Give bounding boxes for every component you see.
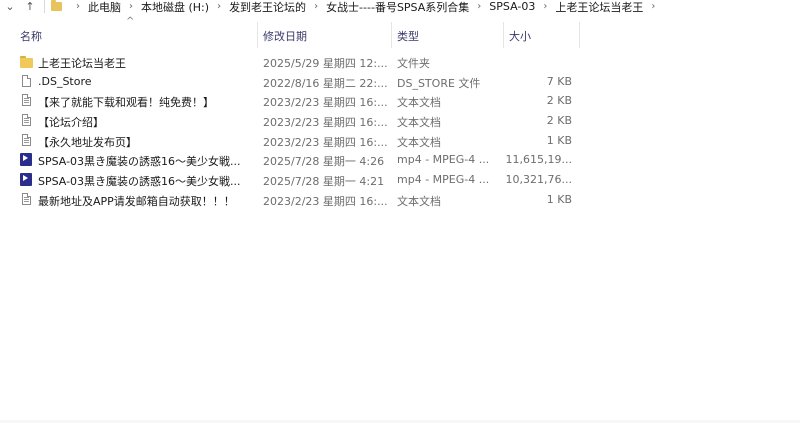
file-type: 文本文档 [397,135,441,149]
text-file-icon [22,192,31,205]
text-file-icon [22,133,31,146]
file-name[interactable]: .DS_Store [38,75,253,88]
file-type: 文本文档 [397,116,441,130]
folder-icon [20,55,33,68]
file-size: 2 KB [546,94,572,108]
text-file-icon [22,94,31,107]
file-row[interactable]: .DS_Store 2022/8/16 星期二 22:... DS_STORE … [0,72,580,92]
file-row[interactable]: 【来了就能下载和观看！纯免费！】 2023/2/23 星期四 16:... 文本… [0,91,580,111]
file-date: 2023/2/23 星期四 16:... [263,96,388,110]
file-size: 11,615,19... [505,153,572,167]
chevron-down-icon[interactable]: ⌄ [0,0,20,13]
breadcrumb-separator[interactable]: › [651,1,655,12]
breadcrumb-item-folder-2[interactable]: 女战士----番号SPSA系列合集 [326,0,469,14]
file-size: 2 KB [546,114,572,128]
breadcrumb-separator[interactable]: › [477,1,481,12]
column-divider[interactable] [257,22,258,48]
file-type: 文本文档 [397,96,441,110]
column-header-row: ^ 名称 修改日期 类型 大小 [0,16,800,48]
file-size: 10,321,76... [505,173,572,187]
file-size: 1 KB [546,192,572,206]
column-divider[interactable] [579,22,580,48]
breadcrumb-item-current[interactable]: 上老王论坛当老王 [555,0,643,14]
breadcrumb-item-this-pc[interactable]: 此电脑 [88,0,121,14]
file-date: 2022/8/16 星期二 22:... [263,76,388,90]
breadcrumb-separator[interactable]: › [129,1,133,12]
file-row[interactable]: 上老王论坛当老王 2025/5/29 星期四 12:... 文件夹 [0,52,580,72]
video-file-icon [20,153,32,167]
file-list: 上老王论坛当老王 2025/5/29 星期四 12:... 文件夹 .DS_St… [0,52,800,210]
file-size: 7 KB [546,74,572,88]
file-date: 2023/2/23 星期四 16:... [263,194,388,208]
column-divider[interactable] [503,22,504,48]
file-type: 文本文档 [397,194,441,208]
column-header-date[interactable]: 修改日期 [263,28,307,44]
file-type: 文件夹 [397,57,430,70]
file-name[interactable]: SPSA-03黒き魔装の誘惑16～美少女戦... [38,173,253,189]
breadcrumb-separator[interactable]: › [314,1,318,12]
file-type: DS_STORE 文件 [397,76,481,90]
file-name[interactable]: 上老王论坛当老王 [38,55,253,71]
file-name[interactable]: SPSA-03黒き魔装の誘惑16～美少女戦... [38,153,253,169]
text-file-icon [22,114,31,127]
file-row[interactable]: 【永久地址发布页】 2023/2/23 星期四 16:... 文本文档 1 KB [0,131,580,151]
up-arrow-icon[interactable]: ↑ [20,0,40,13]
file-row[interactable]: SPSA-03黒き魔装の誘惑16～美少女戦... 2025/7/28 星期一 4… [0,170,580,190]
file-type: mp4 - MPEG-4 ... [397,153,490,167]
breadcrumb-separator[interactable]: › [543,1,547,12]
column-divider[interactable] [391,22,392,48]
file-name[interactable]: 【论坛介绍】 [38,114,253,130]
file-date: 2025/7/28 星期一 4:26 [263,155,385,169]
breadcrumb-separator: › [76,1,80,12]
file-name[interactable]: 【来了就能下载和观看！纯免费！】 [38,94,253,110]
file-row[interactable]: 最新地址及APP请发邮箱自动获取！！！ 2023/2/23 星期四 16:...… [0,190,580,210]
sort-indicator-icon: ^ [126,16,135,27]
file-icon [22,74,31,87]
file-date: 2025/7/28 星期一 4:21 [263,175,385,189]
file-row[interactable]: 【论坛介绍】 2023/2/23 星期四 16:... 文本文档 2 KB [0,111,580,131]
file-date: 2023/2/23 星期四 16:... [263,135,388,149]
file-size: 1 KB [546,133,572,147]
file-date: 2023/2/23 星期四 16:... [263,116,388,130]
breadcrumb-item-folder-3[interactable]: SPSA-03 [489,0,535,13]
breadcrumb-item-local-disk[interactable]: 本地磁盘 (H:) [141,0,209,14]
address-bar: ⌄ ↑ › 此电脑 › 本地磁盘 (H:) › 发到老王论坛的 › 女战士---… [0,0,800,13]
file-name[interactable]: 【永久地址发布页】 [38,134,253,150]
file-name[interactable]: 最新地址及APP请发邮箱自动获取！！！ [38,193,253,209]
breadcrumb-separator[interactable]: › [217,1,221,12]
column-header-type[interactable]: 类型 [397,28,419,44]
breadcrumb[interactable]: › 此电脑 › 本地磁盘 (H:) › 发到老王论坛的 › 女战士----番号S… [44,0,800,13]
folder-icon [51,0,62,11]
file-date: 2025/5/29 星期四 12:... [263,57,388,70]
file-row[interactable]: SPSA-03黒き魔装の誘惑16～美少女戦... 2025/7/28 星期一 4… [0,150,580,170]
breadcrumb-item-folder-1[interactable]: 发到老王论坛的 [229,0,306,14]
video-file-icon [20,173,32,187]
column-header-name[interactable]: 名称 [20,28,42,44]
column-header-size[interactable]: 大小 [509,28,531,44]
file-type: mp4 - MPEG-4 ... [397,173,490,187]
